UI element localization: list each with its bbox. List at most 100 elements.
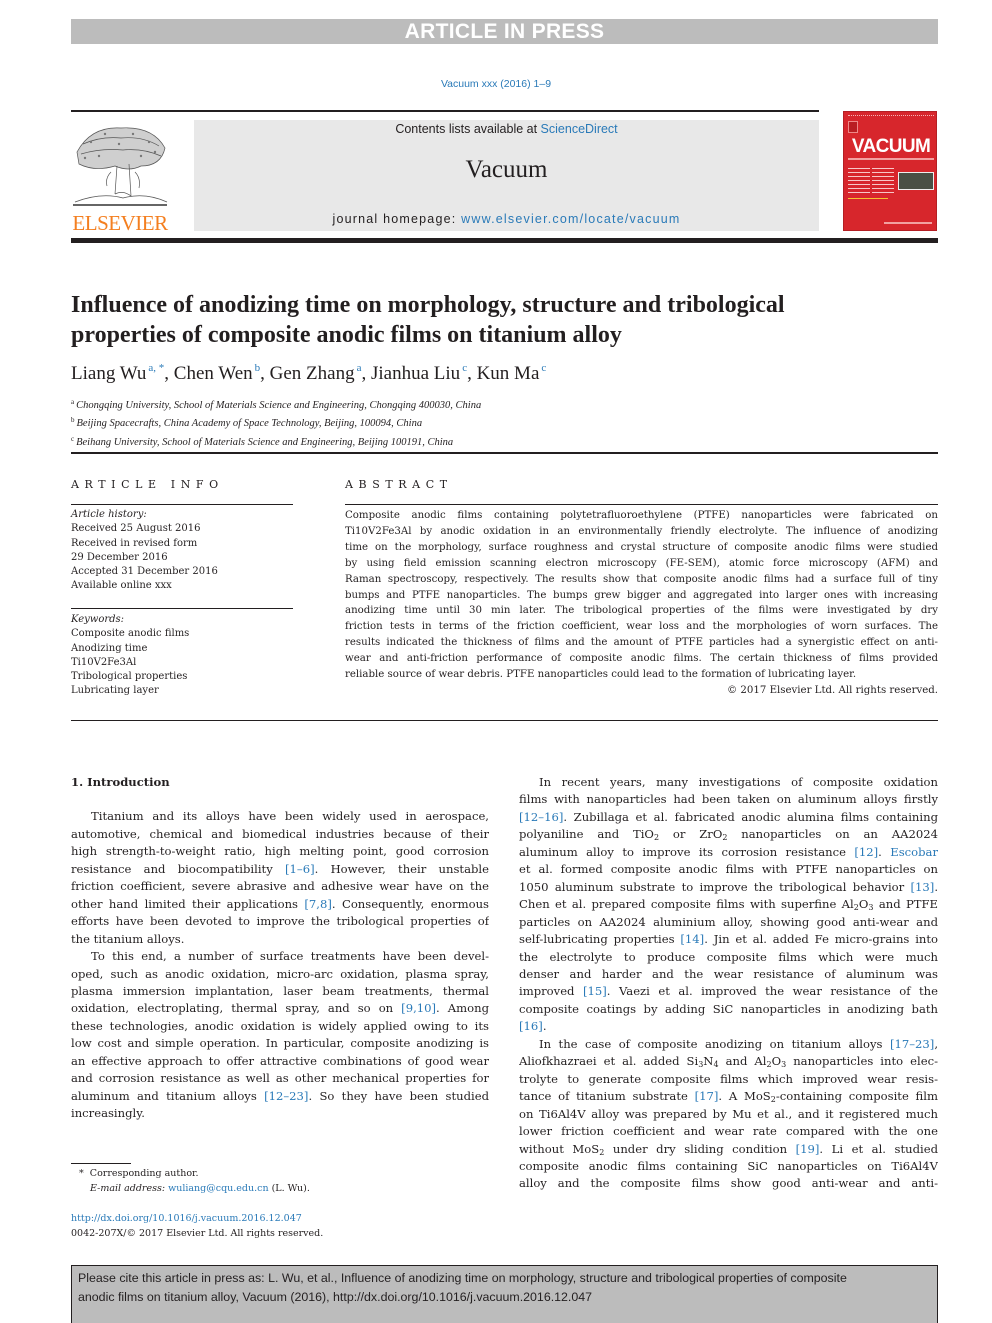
abstract-line: results indicated the thickness of films…: [345, 637, 938, 649]
body-line: et al. formed composite anodic films wit…: [519, 862, 938, 877]
citation-link[interactable]: [13]: [911, 880, 935, 894]
body-text: tance of titanium substrate: [519, 1089, 695, 1104]
citation-notice-box: Please cite this article in press as: L.…: [71, 1265, 938, 1323]
body-text: self-lubricating properties: [519, 932, 681, 947]
author-list: Liang Wu a, *, Chen Wen b, Gen Zhang a, Jia…: [71, 362, 547, 384]
history-item: Available online xxx: [71, 580, 172, 592]
author-affiliation-mark[interactable]: a: [357, 362, 362, 374]
citation-link[interactable]: [19]: [796, 1142, 820, 1156]
body-text: without MoS: [519, 1141, 600, 1156]
abstract-heading: ABSTRACT: [345, 478, 453, 491]
keyword-item: Ti10V2Fe3Al: [71, 656, 137, 668]
body-text: low cost and simple operation. In partic…: [71, 1036, 489, 1051]
footnote-rule: [71, 1163, 131, 1164]
author-affiliation-mark[interactable]: a, *: [148, 362, 164, 374]
paragraph: To this end, a number of surface treatme…: [71, 948, 489, 1123]
cover-elsevier-icon: [848, 121, 858, 133]
body-line: the titanium alloys.: [71, 931, 185, 946]
body-line: films with nanoparticles had been taken …: [519, 792, 938, 807]
journal-reference-link[interactable]: Vacuum xxx (2016) 1–9: [0, 78, 992, 90]
body-text: aluminum and titanium alloys: [71, 1088, 265, 1103]
keyword-item: Composite anodic films: [71, 628, 190, 640]
author-name[interactable]: Liang Wu: [71, 363, 146, 384]
abstract-line: Ti10V2Fe3Al by anodic oxidation in an en…: [345, 525, 938, 537]
corresponding-author-footnote: * Corresponding author. E-mail address: …: [71, 1166, 491, 1196]
citation-notice-line: Please cite this article in press as: L.…: [78, 1271, 847, 1285]
citation-link[interactable]: [1–6]: [285, 862, 315, 876]
affiliation-text: Beijing Spacecrafts, China Academy of Sp…: [76, 418, 423, 430]
journal-masthead: Contents lists available at ScienceDirec…: [194, 120, 819, 231]
citation-link[interactable]: [17]: [695, 1089, 719, 1103]
body-text: and PTFE: [873, 897, 938, 912]
citation-link[interactable]: [17–23]: [890, 1037, 934, 1051]
email-label: E-mail address:: [90, 1183, 166, 1194]
citation-link[interactable]: [15]: [583, 984, 607, 998]
abstract-line: by using field emission scanning electro…: [345, 557, 938, 569]
body-text: these technologies, anodic oxidation is …: [71, 1018, 489, 1033]
keywords-label: Keywords:: [71, 614, 125, 625]
author-name[interactable]: Gen Zhang: [270, 363, 355, 384]
email-link[interactable]: wuliang@cqu.edu.cn: [168, 1183, 269, 1194]
body-line: these technologies, anodic oxidation is …: [71, 1018, 489, 1035]
journal-homepage-link[interactable]: www.elsevier.com/locate/vacuum: [461, 212, 680, 226]
author-affiliation-mark[interactable]: c: [462, 362, 467, 374]
abstract-rule: [345, 504, 938, 505]
body-text: . Consequently, enormous: [331, 896, 489, 911]
body-text: polyaniline and TiO: [519, 827, 654, 842]
body-line: other hand limited their applications [7…: [71, 896, 489, 913]
abstract-line: bumps and PTFE nanoparticles. The bumps …: [345, 589, 938, 601]
abstract-line: wear and anti-friction performance of co…: [345, 653, 938, 665]
history-item: 29 December 2016: [71, 551, 168, 563]
body-line: without MoS2 under dry sliding condition…: [519, 1141, 938, 1158]
footnote-text: (L. Wu).: [268, 1183, 310, 1194]
citation-link[interactable]: [12–16]: [519, 810, 563, 824]
body-line: friction coefficient, severe abrasive an…: [71, 878, 489, 895]
body-line: composite coatings by adding SiC nanopar…: [519, 1001, 938, 1016]
masthead-thick-rule: [71, 238, 938, 243]
citation-link[interactable]: [9,10]: [401, 1001, 436, 1015]
journal-cover-thumbnail[interactable]: VACUUM: [843, 111, 937, 231]
article-title: Influence of anodizing time on morpholog…: [71, 290, 931, 350]
author-link-escobar[interactable]: Escobar: [890, 845, 938, 859]
doi-link[interactable]: http://dx.doi.org/10.1016/j.vacuum.2016.…: [71, 1213, 302, 1224]
abstract-line: Composite anodic films containing polyte…: [345, 510, 938, 521]
author-affiliation-mark[interactable]: b: [255, 362, 261, 374]
affiliation-item: b Beijing Spacecrafts, China Academy of S…: [71, 413, 931, 431]
body-text: To this end, a number of surface treatme…: [91, 949, 489, 964]
keyword-item: Tribological properties: [71, 671, 188, 683]
body-line: an effective approach to offer attractiv…: [71, 1053, 489, 1070]
author-name[interactable]: Jianhua Liu: [371, 363, 460, 384]
body-text: oped, such as anodic oxidation, micro-ar…: [71, 966, 489, 981]
sciencedirect-link[interactable]: ScienceDirect: [541, 122, 618, 136]
homepage-line: journal homepage: www.elsevier.com/locat…: [194, 212, 819, 226]
body-text: 1050 aluminum substrate to improve the t…: [519, 879, 911, 894]
cover-yellow-line: [848, 198, 888, 199]
body-text: aluminum alloy to improve its corrosion …: [519, 844, 855, 859]
body-text: nanoparticles on an AA2024: [727, 827, 938, 842]
body-text: resistance and biocompatibility: [71, 861, 286, 876]
elsevier-logo[interactable]: ELSEVIER: [69, 120, 171, 235]
body-line: plasma immersion implantation, laser bea…: [71, 983, 489, 1000]
abstract-bottom-rule: [71, 720, 938, 721]
cover-footer-strip: [884, 222, 932, 224]
keywords: Keywords: Composite anodic films Anodizi…: [71, 613, 301, 699]
article-info-heading: ARTICLE INFO: [71, 478, 224, 491]
body-text: and corrosion resistance as well as othe…: [71, 1071, 489, 1086]
cover-title: VACUUM: [851, 136, 931, 157]
elsevier-wordmark: ELSEVIER: [72, 211, 168, 235]
body-text: . Zubillaga et al. fabricated anodic alu…: [563, 809, 938, 824]
abstract-line: friction tests in terms of the friction …: [345, 621, 938, 633]
citation-link[interactable]: [7,8]: [304, 897, 331, 911]
keywords-rule: [71, 608, 293, 609]
author-affiliation-mark[interactable]: c: [541, 362, 546, 374]
citation-link[interactable]: [12]: [854, 845, 878, 859]
citation-link[interactable]: [14]: [680, 932, 704, 946]
paragraph: Titanium and its alloys have been widely…: [71, 808, 489, 948]
author-name[interactable]: Chen Wen: [174, 363, 253, 384]
citation-link[interactable]: [16]: [519, 1019, 543, 1033]
citation-link[interactable]: [12–23]: [264, 1089, 308, 1103]
body-text: . Jin et al. added Fe micro-grains into: [704, 932, 938, 947]
body-text: under dry sliding condition: [604, 1141, 796, 1156]
author-name[interactable]: Kun Ma: [477, 363, 540, 384]
affiliation-mark: b: [71, 416, 75, 425]
